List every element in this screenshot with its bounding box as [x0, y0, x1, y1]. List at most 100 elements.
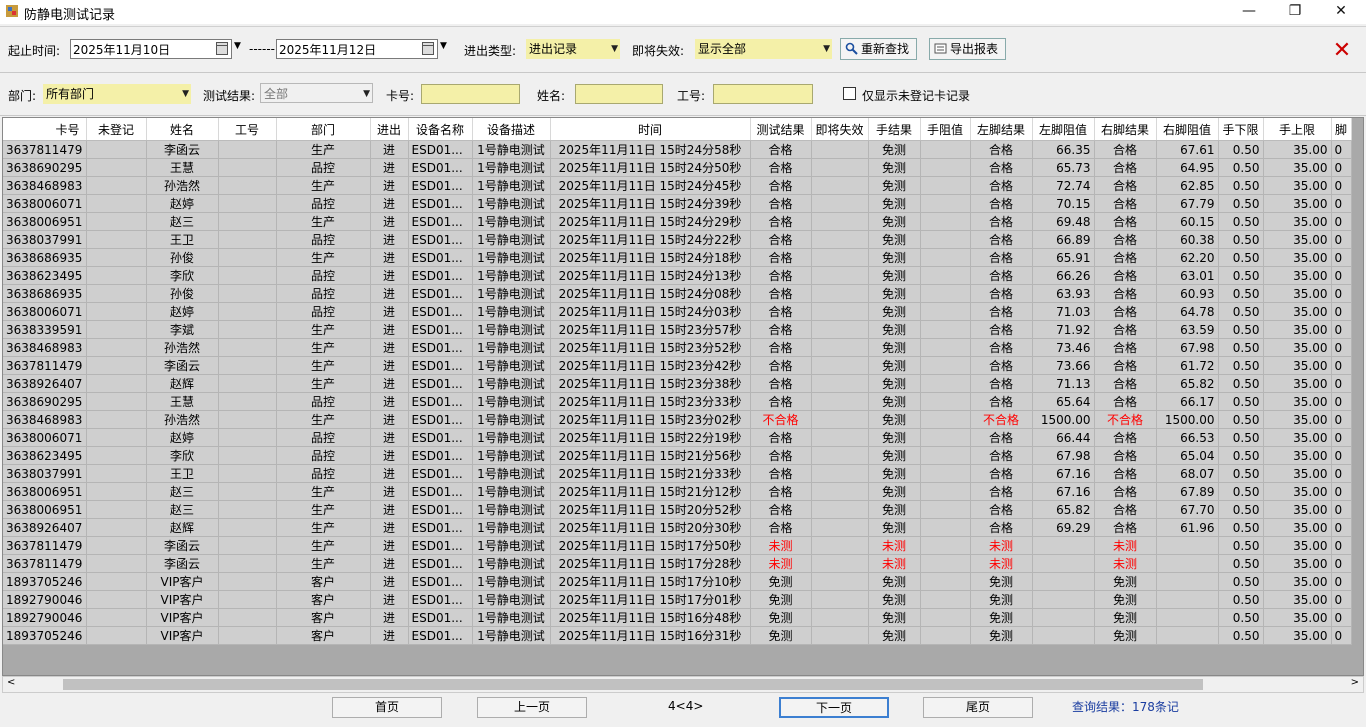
column-header[interactable]: 时间 — [550, 118, 751, 141]
table-cell: 0.50 — [1218, 158, 1264, 177]
table-row[interactable]: 3638006951 赵三 生产进 ESD01... 1号静电测试 2025年11月11日… — [3, 212, 1352, 231]
table-cell: 71.03 — [1032, 302, 1095, 321]
table-cell: ESD01... — [408, 338, 473, 357]
column-header[interactable]: 姓名 — [146, 118, 219, 141]
column-header[interactable]: 即将失效 — [811, 118, 869, 141]
table-row[interactable]: 3638037991 王卫 品控进 ESD01... 1号静电测试 2025年11月11日… — [3, 230, 1352, 249]
maximize-icon[interactable]: ❐ — [1272, 0, 1318, 24]
table-cell: 70.15 — [1032, 194, 1095, 213]
table-cell: 合格 — [1094, 140, 1157, 159]
chevron-down-icon[interactable]: ▼ — [182, 84, 189, 104]
table-cell: 合格 — [970, 194, 1033, 213]
table-row[interactable]: 3638926407 赵辉 生产进 ESD01... 1号静电测试 2025年11月11日… — [3, 374, 1352, 393]
table-cell: 品控 — [276, 464, 371, 483]
table-row[interactable]: 3637811479 李函云 生产进 ESD01... 1号静电测试 2025年11月11… — [3, 356, 1352, 375]
chevron-down-icon[interactable]: ▼ — [823, 39, 830, 59]
table-row[interactable]: 3638623495 李欣 品控进 ESD01... 1号静电测试 2025年11月11日… — [3, 446, 1352, 465]
table-row[interactable]: 3637811479 李函云 生产进 ESD01... 1号静电测试 2025年11月11… — [3, 536, 1352, 555]
export-button[interactable]: 导出报表 — [929, 38, 1006, 60]
table-row[interactable]: 1892790046 VIP客户 客户进 ESD01... 1号静电测试 2025年11月… — [3, 608, 1352, 627]
table-row[interactable]: 3638686935 孙俊 生产进 ESD01... 1号静电测试 2025年11月11日… — [3, 248, 1352, 267]
unregistered-only-checkbox[interactable] — [843, 87, 856, 100]
column-header[interactable]: 手下限 — [1218, 118, 1264, 141]
column-header[interactable]: 手上限 — [1263, 118, 1332, 141]
table-row[interactable]: 1893705246 VIP客户 客户进 ESD01... 1号静电测试 2025年11月… — [3, 572, 1352, 591]
column-header[interactable]: 右脚结果 — [1094, 118, 1157, 141]
chevron-down-icon[interactable]: ▼ — [234, 41, 241, 51]
first-page-button[interactable]: 首页 — [332, 697, 442, 718]
chevron-down-icon[interactable]: ▼ — [363, 84, 370, 104]
table-row[interactable]: 3638690295 王慧 品控进 ESD01... 1号静电测试 2025年11月11日… — [3, 392, 1352, 411]
table-row[interactable]: 3638468983 孙浩然 生产进 ESD01... 1号静电测试 2025年11月11… — [3, 338, 1352, 357]
table-row[interactable]: 1892790046 VIP客户 客户进 ESD01... 1号静电测试 2025年11月… — [3, 590, 1352, 609]
table-row[interactable]: 3638690295 王慧 品控进 ESD01... 1号静电测试 2025年11月11日… — [3, 158, 1352, 177]
empno-input[interactable] — [713, 84, 813, 104]
table-row[interactable]: 3638006071 赵婷 品控进 ESD01... 1号静电测试 2025年11月11日… — [3, 194, 1352, 213]
test-result-select[interactable]: 全部 ▼ — [260, 83, 373, 103]
next-page-button[interactable]: 下一页 — [779, 697, 889, 718]
scroll-left-icon[interactable]: < — [7, 677, 15, 688]
table-cell: 免测 — [868, 482, 921, 501]
table-row[interactable]: 3638339591 李斌 生产进 ESD01... 1号静电测试 2025年11月11日… — [3, 320, 1352, 339]
table-row[interactable]: 3638006951 赵三 生产进 ESD01... 1号静电测试 2025年11月11日… — [3, 482, 1352, 501]
inout-type-select[interactable]: 进出记录 ▼ — [526, 39, 620, 59]
column-header[interactable]: 未登记 — [86, 118, 147, 141]
table-cell: 2025年11月11日 15时24分50秒 — [550, 158, 751, 177]
table-row[interactable]: 3638006071 赵婷 品控进 ESD01... 1号静电测试 2025年11月11日… — [3, 302, 1352, 321]
column-header[interactable]: 左脚结果 — [970, 118, 1033, 141]
column-header[interactable]: 脚 — [1331, 118, 1352, 141]
column-header[interactable]: 手阻值 — [920, 118, 971, 141]
table-cell — [920, 158, 971, 177]
table-row[interactable]: 3637811479 李函云 生产进 ESD01... 1号静电测试 2025年11月11… — [3, 554, 1352, 573]
scroll-right-icon[interactable]: > — [1351, 677, 1359, 688]
column-header[interactable]: 设备名称 — [408, 118, 473, 141]
column-header[interactable]: 设备描述 — [472, 118, 551, 141]
column-header[interactable]: 测试结果 — [750, 118, 812, 141]
table-cell: 生产 — [276, 338, 371, 357]
search-button[interactable]: 重新查找 — [840, 38, 917, 60]
table-row[interactable]: 3638623495 李欣 品控进 ESD01... 1号静电测试 2025年11月11日… — [3, 266, 1352, 285]
minimize-icon[interactable]: — — [1226, 0, 1272, 24]
table-row[interactable]: 3637811479 李函云 生产进 ESD01... 1号静电测试 2025年11月11… — [3, 140, 1352, 159]
column-header[interactable]: 进出 — [370, 118, 409, 141]
start-date-picker[interactable]: 2025年11月10日 — [70, 39, 232, 59]
records-grid[interactable]: 卡号 未登记 姓名 工号 部门 进出 设备名称 设备描述 时间 测试结果 即将失效 手结果 手阻值 左脚结… — [2, 117, 1364, 676]
column-header[interactable]: 部门 — [276, 118, 371, 141]
table-row[interactable]: 3638468983 孙浩然 生产进 ESD01... 1号静电测试 2025年11月11… — [3, 176, 1352, 195]
table-row[interactable]: 3638006951 赵三 生产进 ESD01... 1号静电测试 2025年11月11日… — [3, 500, 1352, 519]
column-header[interactable]: 卡号 — [3, 118, 87, 141]
table-cell: 1500.00 — [1156, 410, 1219, 429]
column-header[interactable]: 手结果 — [868, 118, 921, 141]
table-row[interactable]: 3638926407 赵辉 生产进 ESD01... 1号静电测试 2025年11月11日… — [3, 518, 1352, 537]
name-input[interactable] — [575, 84, 663, 104]
expire-select[interactable]: 显示全部 ▼ — [695, 39, 832, 59]
table-cell: 免测 — [868, 212, 921, 231]
column-header[interactable]: 右脚阻值 — [1156, 118, 1219, 141]
table-cell: 免测 — [1094, 626, 1157, 645]
end-date-picker[interactable]: 2025年11月12日 — [276, 39, 438, 59]
table-cell: ESD01... — [408, 608, 473, 627]
table-cell: ESD01... — [408, 572, 473, 591]
table-cell: 1号静电测试 — [472, 410, 551, 429]
table-row[interactable]: 3638686935 孙俊 品控进 ESD01... 1号静电测试 2025年11月11日… — [3, 284, 1352, 303]
table-cell — [86, 392, 147, 411]
calendar-icon[interactable] — [422, 42, 434, 55]
table-cell: 免测 — [868, 446, 921, 465]
horizontal-scrollbar[interactable]: < > — [2, 676, 1364, 693]
dept-select[interactable]: 所有部门 ▼ — [43, 84, 191, 104]
table-row[interactable]: 3638468983 孙浩然 生产进 ESD01... 1号静电测试 2025年11月11… — [3, 410, 1352, 429]
close-form-icon[interactable]: ✕ — [1330, 40, 1354, 64]
chevron-down-icon[interactable]: ▼ — [440, 41, 447, 51]
column-header[interactable]: 左脚阻值 — [1032, 118, 1095, 141]
prev-page-button[interactable]: 上一页 — [477, 697, 587, 718]
chevron-down-icon[interactable]: ▼ — [611, 39, 618, 59]
scrollbar-thumb[interactable] — [63, 679, 1203, 690]
close-window-icon[interactable]: ✕ — [1318, 0, 1364, 24]
last-page-button[interactable]: 尾页 — [923, 697, 1033, 718]
table-row[interactable]: 3638006071 赵婷 品控进 ESD01... 1号静电测试 2025年11月11日… — [3, 428, 1352, 447]
table-row[interactable]: 1893705246 VIP客户 客户进 ESD01... 1号静电测试 2025年11月… — [3, 626, 1352, 645]
calendar-icon[interactable] — [216, 42, 228, 55]
card-input[interactable] — [421, 84, 520, 104]
column-header[interactable]: 工号 — [218, 118, 277, 141]
table-row[interactable]: 3638037991 王卫 品控进 ESD01... 1号静电测试 2025年11月11日… — [3, 464, 1352, 483]
